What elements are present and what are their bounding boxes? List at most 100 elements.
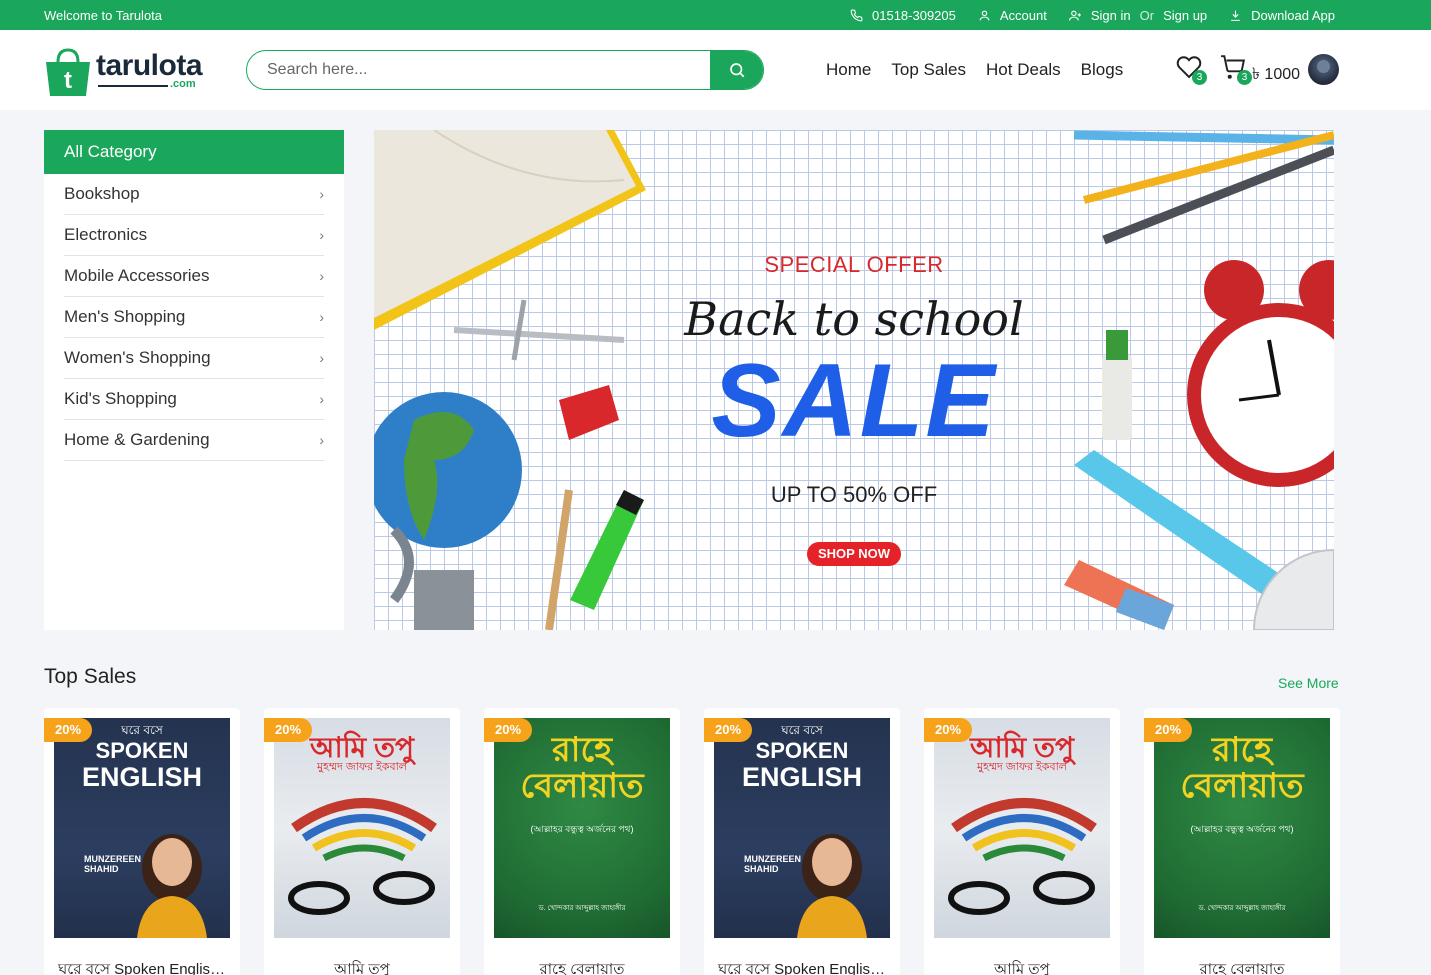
svg-text:t: t [64, 67, 72, 94]
cart-count-badge: 3 [1237, 70, 1252, 85]
download-icon [1231, 10, 1240, 21]
banner-sale: SALE [711, 343, 997, 459]
category-item-mobile-accessories[interactable]: Mobile Accessories › [64, 256, 324, 297]
search-bar [246, 50, 764, 90]
category-item-bookshop[interactable]: Bookshop › [64, 174, 324, 215]
wishlist-button[interactable]: 3 [1176, 54, 1207, 85]
sign-up-link[interactable]: Sign up [1163, 8, 1207, 23]
shop-now-button[interactable]: SHOP NOW [807, 542, 901, 566]
category-label: Bookshop [64, 184, 140, 203]
cover-line: ENGLISH [81, 762, 202, 792]
phone-number: 01518-309205 [872, 8, 956, 23]
sign-up-label: Sign up [1163, 8, 1208, 23]
cover-author: ড. খোন্দকার আব্দুল্লাহ জাহাঙ্গীর [1198, 905, 1286, 912]
product-name[interactable]: ঘরে বসে Spoken English... [704, 958, 900, 975]
category-item-mens-shopping[interactable]: Men's Shopping › [64, 297, 324, 338]
product-name[interactable]: রাহে বেলায়াত [484, 958, 680, 975]
product-card[interactable]: 20% রাহে বেলায়াত (আল্লাহর বন্ধুত্ব অর্জ… [1144, 708, 1340, 975]
cart-button[interactable]: 3 [1220, 54, 1252, 85]
hero-banner[interactable]: SPECIAL OFFER Back to school SALE UP TO … [374, 130, 1334, 630]
cover-author: ড. খোন্দকার আব্দুল্লাহ জাহাঙ্গীর [538, 905, 626, 912]
header: t tarulota .com Home Top Sales Hot Deals… [0, 30, 1431, 110]
chevron-right-icon: › [319, 268, 324, 284]
book-cover-image[interactable]: রাহে বেলায়াত (আল্লাহর বন্ধুত্ব অর্জনের … [494, 718, 670, 938]
cart-total: ৳ 1000 [1252, 66, 1301, 83]
wishlist-count-badge: 3 [1192, 70, 1207, 85]
sign-in-link[interactable]: Sign in [1068, 8, 1131, 23]
category-label: Men's Shopping [64, 307, 186, 326]
category-item-kids-shopping[interactable]: Kid's Shopping › [64, 379, 324, 420]
product-name[interactable]: আমি তপু [924, 958, 1120, 975]
download-app-label: Download App [1251, 8, 1335, 23]
chevron-right-icon: › [319, 227, 324, 243]
category-list: Bookshop › Electronics › Mobile Accessorie… [44, 174, 344, 461]
book-cover-image[interactable]: আমি তপু মুহম্মদ জাফর ইকবাল [274, 718, 450, 938]
logo-suffix: .com [170, 78, 196, 90]
cover-subtitle: (আল্লাহর বন্ধুত্ব অর্জনের পথ) [1190, 824, 1294, 834]
product-card[interactable]: 20% রাহে বেলায়াত (আল্লাহর বন্ধুত্ব অর্জ… [484, 708, 680, 975]
banner-special-offer: SPECIAL OFFER [764, 252, 944, 277]
product-card[interactable]: 20% ঘরে বসে SPOKEN ENGLISH MUNZEREEN SHA… [704, 708, 900, 975]
category-item-electronics[interactable]: Electronics › [64, 215, 324, 256]
cover-subtitle: (আল্লাহর বন্ধুত্ব অর্জনের পথ) [530, 824, 634, 834]
see-more-link[interactable]: See More [1278, 675, 1339, 691]
sidebar-title[interactable]: All Category [44, 130, 344, 174]
account-link[interactable]: Account [978, 8, 1047, 23]
chevron-right-icon: › [319, 432, 324, 448]
book-cover-image[interactable]: ঘরে বসে SPOKEN ENGLISH MUNZEREEN SHAHID [714, 718, 890, 938]
nav-blogs[interactable]: Blogs [1081, 60, 1124, 80]
search-input[interactable] [247, 51, 710, 89]
cover-line: ENGLISH [741, 762, 862, 792]
chevron-right-icon: › [319, 309, 324, 325]
discount-badge: 20% [44, 718, 92, 742]
author-photo [137, 834, 207, 938]
or-separator: Or [1139, 8, 1155, 23]
category-sidebar: All Category Bookshop › Electronics › Mobi… [44, 130, 344, 630]
phone-icon [850, 9, 863, 22]
phone-link[interactable]: 01518-309205 [850, 8, 956, 23]
banner-headline: Back to school [684, 292, 1024, 346]
nav-home[interactable]: Home [826, 60, 871, 80]
search-button[interactable] [710, 51, 763, 89]
product-card[interactable]: 20% আমি তপু মুহম্মদ জাফর ইকবাল আমি তপু [264, 708, 460, 975]
product-list: 20% ঘরে বসে SPOKEN ENGLISH MUNZEREEN SHA… [44, 708, 1340, 975]
logo[interactable]: t tarulota .com [44, 40, 203, 96]
nav-hot-deals[interactable]: Hot Deals [986, 60, 1061, 80]
discount-badge: 20% [924, 718, 972, 742]
book-cover-image[interactable]: আমি তপু মুহম্মদ জাফর ইকবাল [934, 718, 1110, 938]
cover-artwork [948, 798, 1097, 915]
cover-title: রাহে বেলায়াত [1180, 731, 1304, 805]
main-nav: Home Top Sales Hot Deals Blogs [826, 60, 1123, 80]
product-name[interactable]: রাহে বেলায়াত [1144, 958, 1340, 975]
nav-top-sales[interactable]: Top Sales [891, 60, 966, 80]
discount-badge: 20% [704, 718, 752, 742]
chevron-right-icon: › [319, 391, 324, 407]
product-card[interactable]: 20% আমি তপু মুহম্মদ জাফর ইকবাল আমি তপু [924, 708, 1120, 975]
category-label: Kid's Shopping [64, 389, 177, 408]
category-item-home-gardening[interactable]: Home & Gardening › [64, 420, 324, 461]
welcome-text: Welcome to Tarulota [44, 8, 163, 23]
account-label: Account [999, 8, 1047, 23]
book-cover-image[interactable]: রাহে বেলায়াত (আল্লাহর বন্ধুত্ব অর্জনের … [1154, 718, 1330, 938]
category-label: Electronics [64, 225, 148, 244]
banner-discount-text: UP TO 50% OFF [770, 482, 938, 507]
cover-author: মুহম্মদ জাফর ইকবাল [977, 761, 1067, 773]
product-card[interactable]: 20% ঘরে বসে SPOKEN ENGLISH MUNZEREEN SHA… [44, 708, 240, 975]
product-name[interactable]: আমি তপু [264, 958, 460, 975]
discount-badge: 20% [1144, 718, 1192, 742]
search-icon [729, 63, 744, 78]
category-label: Women's Shopping [64, 348, 211, 367]
shopping-bag-logo-icon: t [46, 48, 90, 96]
download-app-link[interactable]: Download App [1229, 8, 1335, 23]
author-photo [797, 834, 867, 938]
user-icon [979, 10, 990, 21]
top-links: 01518-309205 Account Sign in Or Sign up … [828, 8, 1335, 23]
top-bar: Welcome to Tarulota 01518-309205 Account… [0, 0, 1431, 30]
sign-in-label: Sign in [1090, 8, 1131, 23]
product-name[interactable]: ঘরে বসে Spoken English... [44, 958, 240, 975]
top-sales-title: Top Sales [44, 665, 137, 688]
category-item-womens-shopping[interactable]: Women's Shopping › [64, 338, 324, 379]
discount-badge: 20% [484, 718, 532, 742]
book-cover-image[interactable]: ঘরে বসে SPOKEN ENGLISH MUNZEREEN SHAHID [54, 718, 230, 938]
avatar[interactable] [1308, 54, 1339, 85]
